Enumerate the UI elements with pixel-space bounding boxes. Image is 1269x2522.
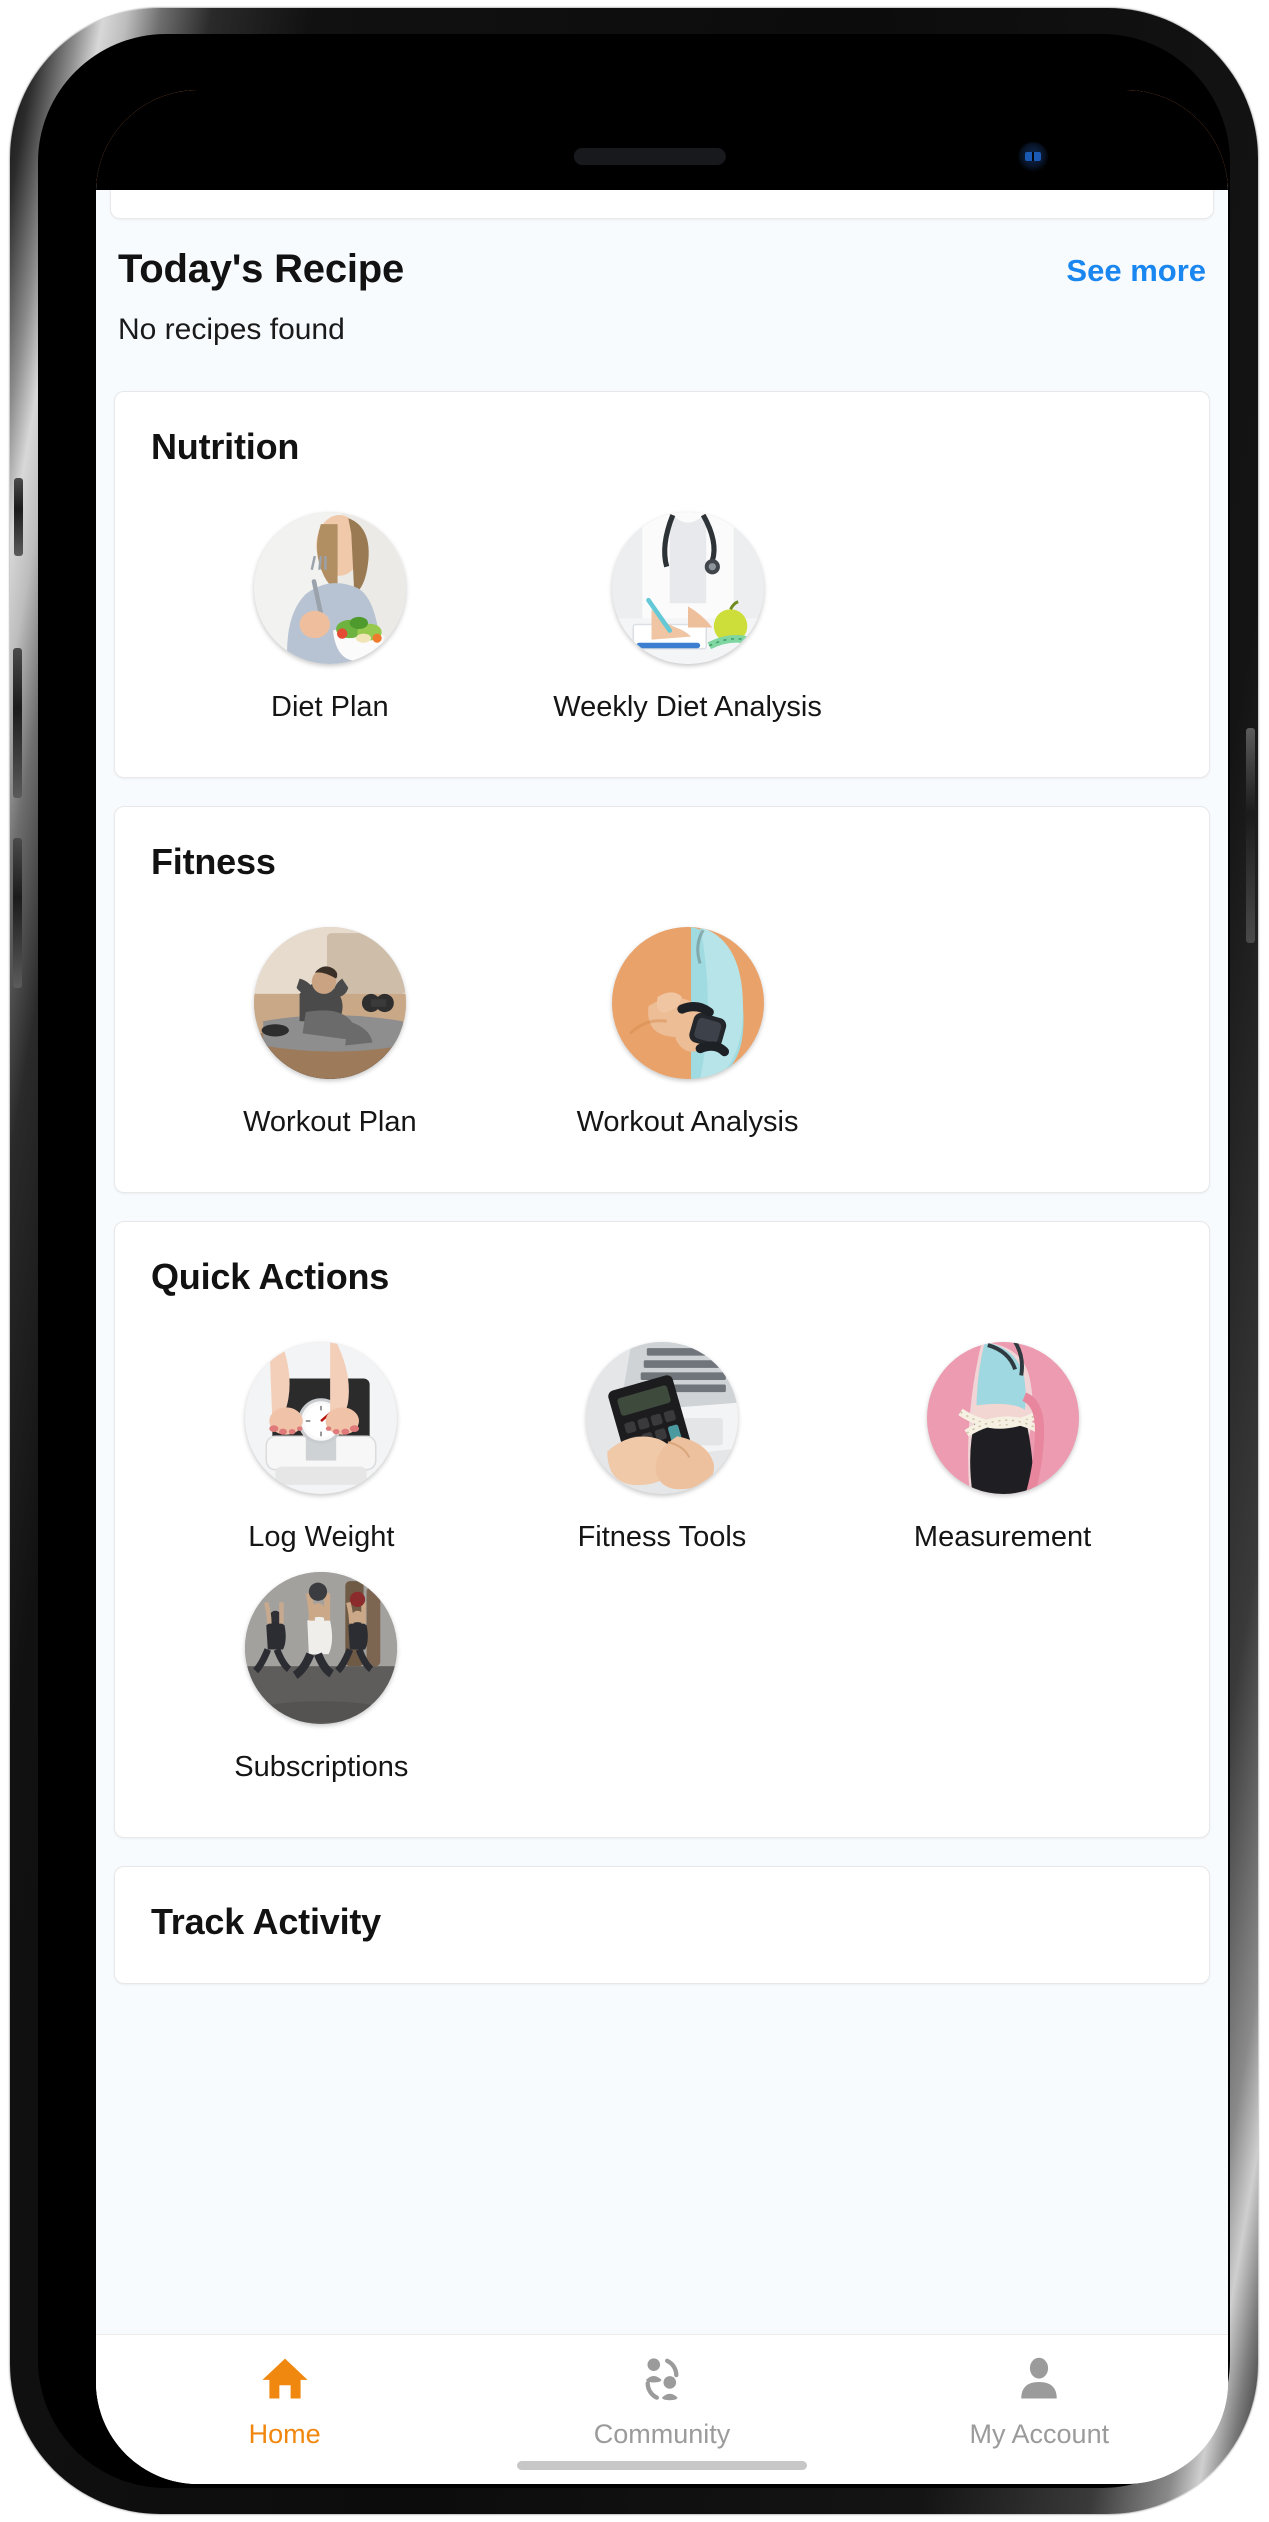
nutrition-tile-grid: Diet Plan Weekly Diet Analysis	[151, 512, 1173, 743]
tile-label: Measurement	[913, 1520, 1092, 1553]
tab-label: My Account	[969, 2419, 1110, 2449]
todays-recipe-title: Today's Recipe	[118, 247, 405, 291]
quick-actions-tile-grid: Log Weight Fitness Tools Measurement Sub…	[151, 1341, 1173, 1804]
previous-card-sliver	[110, 185, 1214, 219]
track-activity-title: Track Activity	[151, 1901, 381, 1943]
app-content: Today's Recipe See more No recipes found…	[96, 185, 1228, 2484]
fitness-tile-grid: Workout Plan Workout Analysis	[151, 926, 1173, 1158]
tile-measurement[interactable]: Measurement	[832, 1341, 1173, 1555]
home-icon	[257, 2353, 313, 2405]
tile-label: Log Weight	[248, 1520, 395, 1553]
phone-bezel: Today's Recipe See more No recipes found…	[38, 34, 1230, 2488]
calculator-laptop-photo	[585, 1341, 738, 1494]
tile-workout-plan[interactable]: Workout Plan	[151, 926, 509, 1140]
scroll-view[interactable]: Today's Recipe See more No recipes found…	[96, 219, 1228, 2484]
tab-label: Community	[593, 2419, 731, 2449]
quick-actions-title: Quick Actions	[151, 1255, 390, 1297]
volume-up-button[interactable]	[13, 648, 22, 798]
earpiece-speaker-icon	[573, 148, 726, 165]
community-icon	[634, 2353, 690, 2405]
fitness-card: Fitness Workout Plan Workout Analysis	[114, 805, 1210, 1193]
tile-diet-plan[interactable]: Diet Plan	[151, 512, 509, 725]
mute-switch-button[interactable]	[14, 478, 23, 556]
tab-label: Home	[248, 2419, 321, 2449]
quick-actions-card: Quick Actions Log Weight Fitness Tools M…	[114, 1220, 1210, 1839]
woman-eating-salad-photo	[253, 512, 406, 664]
tile-label: Workout Plan	[243, 1105, 417, 1138]
tile-label: Subscriptions	[234, 1751, 409, 1784]
tile-weekly-diet-analysis[interactable]: Weekly Diet Analysis	[509, 512, 867, 725]
no-recipes-found-text: No recipes found	[118, 313, 345, 346]
wrist-smartwatch-photo	[611, 926, 764, 1079]
power-button[interactable]	[1246, 728, 1255, 943]
tile-workout-analysis[interactable]: Workout Analysis	[509, 926, 867, 1140]
fitness-title: Fitness	[151, 840, 276, 882]
tile-label: Weekly Diet Analysis	[553, 691, 822, 723]
notch	[362, 90, 962, 190]
screenshot-stage: Today's Recipe See more No recipes found…	[0, 0, 1269, 2522]
todays-recipe-header: Today's Recipe See more	[118, 247, 1206, 291]
tile-label: Workout Analysis	[576, 1105, 799, 1138]
nutrition-title: Nutrition	[151, 426, 300, 467]
track-activity-card: Track Activity	[114, 1866, 1210, 1985]
volume-down-button[interactable]	[13, 838, 22, 988]
tab-community[interactable]: Community	[473, 2353, 850, 2450]
group-workout-class-photo	[245, 1572, 398, 1725]
tile-label: Fitness Tools	[577, 1520, 747, 1553]
feet-on-weighing-scale-photo	[245, 1341, 398, 1494]
phone-frame: Today's Recipe See more No recipes found…	[10, 8, 1258, 2514]
doctor-writing-notes-photo	[611, 512, 764, 664]
home-indicator[interactable]	[517, 2461, 807, 2470]
tile-fitness-tools[interactable]: Fitness Tools	[492, 1341, 833, 1555]
phone-screen: Today's Recipe See more No recipes found…	[96, 90, 1228, 2484]
tab-my-account[interactable]: My Account	[851, 2353, 1228, 2450]
tile-subscriptions[interactable]: Subscriptions	[151, 1572, 492, 1785]
tile-log-weight[interactable]: Log Weight	[151, 1341, 492, 1555]
waist-tape-measure-photo	[926, 1341, 1079, 1494]
person-icon	[1011, 2353, 1067, 2405]
todays-recipe-section: Today's Recipe See more No recipes found	[96, 219, 1228, 391]
man-doing-situps-photo	[253, 926, 406, 1079]
see-more-link[interactable]: See more	[1066, 247, 1206, 289]
nutrition-card: Nutrition Diet Plan Weekly Diet Analysis	[114, 391, 1210, 778]
front-camera-icon	[1018, 142, 1048, 172]
tab-home[interactable]: Home	[96, 2353, 473, 2450]
tile-label: Diet Plan	[271, 691, 389, 723]
